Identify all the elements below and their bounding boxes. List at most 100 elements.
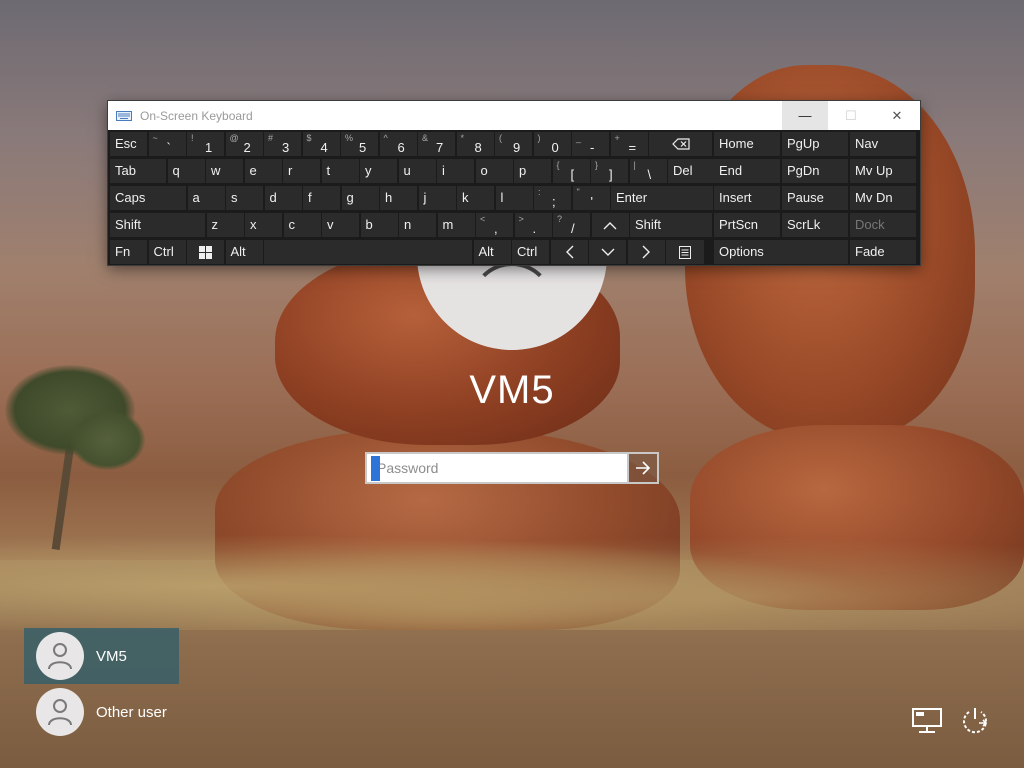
key-pgup[interactable]: PgUp: [782, 132, 848, 156]
key-5[interactable]: % 5: [341, 132, 378, 156]
key-esc[interactable]: Esc: [110, 132, 147, 156]
key-d[interactable]: d: [264, 186, 302, 210]
key-a[interactable]: a: [187, 186, 225, 210]
key-.[interactable]: >.: [514, 213, 552, 237]
key-s[interactable]: s: [226, 186, 263, 210]
key-mv-up[interactable]: Mv Up: [850, 159, 916, 183]
key-/[interactable]: ? /: [553, 213, 590, 237]
key-shift-label: ): [537, 133, 541, 143]
key-shift-label: ?: [557, 214, 563, 224]
key-dock[interactable]: Dock: [850, 213, 916, 237]
key-space[interactable]: [264, 240, 472, 264]
key-prtscn[interactable]: PrtScn: [714, 213, 780, 237]
key-m[interactable]: m: [437, 213, 475, 237]
close-button[interactable]: ✕: [874, 101, 920, 130]
key-o[interactable]: o: [475, 159, 513, 183]
key-n[interactable]: n: [399, 213, 436, 237]
key-=[interactable]: + =: [610, 132, 648, 156]
key-2[interactable]: @2: [225, 132, 263, 156]
password-input[interactable]: [365, 452, 627, 484]
key-4[interactable]: $4: [302, 132, 340, 156]
key-z[interactable]: z: [206, 213, 244, 237]
key-up[interactable]: [591, 213, 629, 237]
key-down[interactable]: [589, 240, 626, 264]
key-e[interactable]: e: [244, 159, 282, 183]
user-tile-other-user[interactable]: Other user: [24, 684, 179, 740]
key-options[interactable]: Options: [714, 240, 848, 264]
key-;[interactable]: :;: [534, 186, 571, 210]
key-r[interactable]: r: [283, 159, 320, 183]
key-scrlk[interactable]: ScrLk: [782, 213, 848, 237]
key-insert[interactable]: Insert: [714, 186, 780, 210]
key-shift[interactable]: Shift: [110, 213, 205, 237]
key-caps[interactable]: Caps: [110, 186, 186, 210]
key-left[interactable]: [550, 240, 588, 264]
key-p[interactable]: p: [514, 159, 551, 183]
key-menu[interactable]: [666, 240, 704, 264]
key-label: Fade: [855, 244, 885, 259]
key-nav[interactable]: Nav: [850, 132, 916, 156]
key-7[interactable]: & 7: [418, 132, 455, 156]
key-b[interactable]: b: [360, 213, 398, 237]
key-j[interactable]: j: [418, 186, 456, 210]
key-,[interactable]: <,: [476, 213, 513, 237]
power-button[interactable]: [958, 704, 992, 738]
key-3[interactable]: #3: [264, 132, 301, 156]
key-'[interactable]: " ': [572, 186, 610, 210]
key--[interactable]: _ -: [572, 132, 609, 156]
key-enter[interactable]: Enter: [611, 186, 713, 210]
key-[[interactable]: {[: [552, 159, 590, 183]
key-w[interactable]: w: [206, 159, 243, 183]
key-label: .: [532, 221, 537, 236]
key-f[interactable]: f: [303, 186, 340, 210]
user-tile-vm5[interactable]: VM5: [24, 628, 179, 684]
key-l[interactable]: l: [495, 186, 533, 210]
key-right[interactable]: [627, 240, 665, 264]
maximize-button[interactable]: ☐: [828, 101, 874, 130]
key-t[interactable]: t: [321, 159, 359, 183]
key-i[interactable]: i: [437, 159, 474, 183]
key-9[interactable]: (9: [495, 132, 532, 156]
key-windows[interactable]: [187, 240, 224, 264]
key-fn[interactable]: Fn: [110, 240, 147, 264]
key-6[interactable]: ^ 6: [379, 132, 417, 156]
key-backspace[interactable]: [649, 132, 712, 156]
network-button[interactable]: [910, 704, 944, 738]
key-label: l: [500, 190, 504, 205]
key-mv-dn[interactable]: Mv Dn: [850, 186, 916, 210]
key-8[interactable]: * 8: [456, 132, 494, 156]
key-tab[interactable]: Tab: [110, 159, 166, 183]
key-pause[interactable]: Pause: [782, 186, 848, 210]
key-g[interactable]: g: [341, 186, 379, 210]
key-label: Tab: [115, 163, 136, 178]
key-alt[interactable]: Alt: [225, 240, 263, 264]
key-x[interactable]: x: [245, 213, 282, 237]
key-ctrl[interactable]: Ctrl: [512, 240, 549, 264]
key-alt[interactable]: Alt: [473, 240, 511, 264]
key-ctrl[interactable]: Ctrl: [148, 240, 186, 264]
window-controls: — ☐ ✕: [782, 101, 920, 130]
key-h[interactable]: h: [380, 186, 417, 210]
key-0[interactable]: ) 0: [533, 132, 571, 156]
key-][interactable]: }]: [591, 159, 628, 183]
key-1[interactable]: ! 1: [187, 132, 224, 156]
key-`[interactable]: ~ `: [148, 132, 186, 156]
key-fade[interactable]: Fade: [850, 240, 916, 264]
key-y[interactable]: y: [360, 159, 397, 183]
minimize-button[interactable]: —: [782, 101, 828, 130]
osk-titlebar[interactable]: On-Screen Keyboard — ☐ ✕: [108, 101, 920, 130]
key-end[interactable]: End: [714, 159, 780, 183]
key-\[interactable]: | \: [629, 159, 667, 183]
key-shift[interactable]: Shift: [630, 213, 712, 237]
submit-button[interactable]: [627, 452, 659, 484]
key-home[interactable]: Home: [714, 132, 780, 156]
key-q[interactable]: q: [167, 159, 205, 183]
key-pgdn[interactable]: PgDn: [782, 159, 848, 183]
key-v[interactable]: v: [322, 213, 359, 237]
key-c[interactable]: c: [283, 213, 321, 237]
key-label: y: [365, 163, 372, 178]
key-k[interactable]: k: [457, 186, 494, 210]
key-u[interactable]: u: [398, 159, 436, 183]
key-label: q: [172, 163, 180, 178]
minimize-icon: —: [798, 108, 812, 123]
